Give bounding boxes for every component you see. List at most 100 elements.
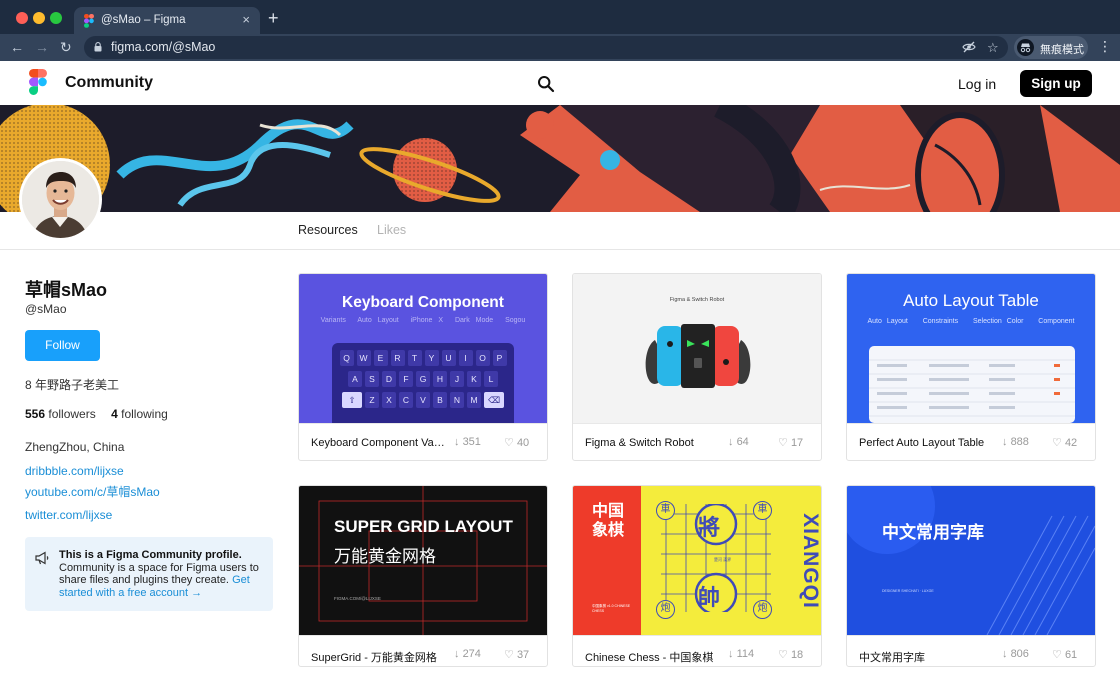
keyboard-key: S	[365, 371, 379, 387]
browser-window: @sMao – Figma × + ← → ↻ figma.com/@sMao …	[0, 0, 1120, 681]
download-value: 64	[736, 436, 749, 448]
card-thumbnail: 中国 象棋 中国象棋 v1.0 CHINESE CHESS 將 帥 楚河 漢界 …	[573, 486, 821, 635]
card-footer: Figma & Switch Robot ↓ 64 ♡ 17	[573, 423, 821, 460]
keyboard-key: X	[382, 392, 396, 408]
address-bar[interactable]: figma.com/@sMao ☆	[84, 36, 1008, 59]
notice-title: This is a Figma Community profile.	[59, 549, 242, 561]
incognito-icon	[1017, 39, 1034, 56]
keyboard-key: K	[467, 371, 481, 387]
forward-icon[interactable]: →	[35, 38, 49, 56]
thumb-title: 中国 象棋	[592, 503, 625, 539]
keyboard-key: ⌫	[484, 392, 504, 408]
keyboard-key: I	[458, 350, 473, 366]
like-count[interactable]: ♡ 37	[504, 648, 529, 661]
profile-link-dribbble[interactable]: dribbble.com/lijxse	[25, 464, 124, 478]
download-value: 351	[462, 436, 481, 448]
chess-piece-corner: 車	[753, 501, 772, 520]
card-title: Perfect Auto Layout Table	[859, 437, 985, 449]
keyboard-key: N	[450, 392, 464, 408]
keyboard-key: W	[356, 350, 371, 366]
profile-tabs: Resources Likes	[0, 212, 1120, 250]
heart-icon: ♡	[504, 649, 514, 661]
download-value: 806	[1010, 648, 1029, 660]
card-title: Figma & Switch Robot	[585, 437, 694, 449]
tab-title: @sMao – Figma	[101, 14, 186, 26]
community-title[interactable]: Community	[65, 74, 153, 92]
tab-resources[interactable]: Resources	[298, 223, 358, 237]
following-link[interactable]: 4 following	[111, 407, 168, 421]
heart-icon: ♡	[504, 437, 514, 449]
card-title: Keyboard Component Vari...	[311, 437, 446, 449]
heart-icon: ♡	[778, 437, 788, 449]
follow-button[interactable]: Follow	[25, 330, 100, 361]
river-label: 楚河 漢界	[714, 557, 732, 562]
like-count[interactable]: ♡ 18	[778, 648, 803, 661]
download-value: 274	[462, 648, 481, 660]
keyboard-key: ⇧	[342, 392, 362, 408]
keyboard-key: Y	[424, 350, 439, 366]
like-count[interactable]: ♡ 40	[504, 436, 529, 449]
profile-handle: @sMao	[25, 302, 67, 316]
like-count[interactable]: ♡ 17	[778, 436, 803, 449]
figma-logo-icon[interactable]	[29, 69, 47, 95]
thumb-tag: Variants	[320, 317, 346, 324]
followers-label: followers	[48, 407, 96, 421]
like-count[interactable]: ♡ 42	[1052, 436, 1077, 449]
login-link[interactable]: Log in	[958, 76, 996, 92]
card-thumbnail: Figma & Switch Robot	[573, 274, 821, 423]
followers-link[interactable]: 556 followers	[25, 407, 96, 421]
resource-card[interactable]: 中文常用字库 DESIGNER SHECHATI · LUXGE 中文常用字库 …	[846, 485, 1096, 667]
switch-robot-illustration	[645, 324, 751, 388]
avatar	[19, 158, 102, 241]
resource-card[interactable]: 中国 象棋 中国象棋 v1.0 CHINESE CHESS 將 帥 楚河 漢界 …	[572, 485, 822, 667]
thumb-title: Keyboard Component	[342, 294, 504, 311]
lock-icon	[94, 42, 102, 52]
bookmark-star-icon[interactable]: ☆	[987, 40, 999, 55]
keyboard-key: J	[450, 371, 464, 387]
resource-card[interactable]: Auto Layout Table Auto Layout Constraint…	[846, 273, 1096, 461]
keyboard-key: A	[348, 371, 362, 387]
like-value: 37	[516, 649, 530, 661]
eye-off-icon[interactable]	[962, 40, 976, 54]
keyboard-key: E	[373, 350, 388, 366]
profile-location: ZhengZhou, China	[25, 440, 125, 454]
resource-card[interactable]: Keyboard Component Variants Auto Layout …	[298, 273, 548, 461]
keyboard-key: D	[382, 371, 396, 387]
tab-close-icon[interactable]: ×	[242, 12, 250, 27]
resource-card[interactable]: Figma & Switch Robot Figma & Switch Robo…	[572, 273, 822, 461]
card-footer: Perfect Auto Layout Table ↓ 888 ♡ 42	[847, 423, 1095, 460]
browser-tab[interactable]: @sMao – Figma ×	[74, 7, 260, 34]
browser-menu-icon[interactable]: ⋮	[1098, 37, 1112, 55]
download-count: ↓ 274	[454, 648, 481, 660]
tab-likes[interactable]: Likes	[377, 223, 406, 237]
keyboard-key: P	[492, 350, 507, 366]
like-count[interactable]: ♡ 61	[1052, 648, 1077, 661]
keyboard-key: B	[433, 392, 447, 408]
following-label: following	[121, 407, 168, 421]
resource-card[interactable]: SUPER GRID LAYOUT 万能黄金网格 FIGMA.COM/@LIJX…	[298, 485, 548, 667]
thumb-title: Figma & Switch Robot	[669, 297, 725, 303]
card-thumbnail: Keyboard Component Variants Auto Layout …	[299, 274, 547, 423]
search-icon[interactable]	[537, 75, 555, 93]
keyboard-key: G	[416, 371, 430, 387]
signup-button[interactable]: Sign up	[1020, 70, 1092, 97]
profile-link-youtube[interactable]: youtube.com/c/草帽sMao	[25, 483, 160, 500]
maximize-window-button[interactable]	[50, 12, 62, 24]
chess-piece-corner: 車	[656, 501, 675, 520]
chess-piece-corner: 炮	[656, 600, 675, 619]
download-count: ↓ 351	[454, 436, 481, 448]
reload-icon[interactable]: ↻	[60, 38, 72, 56]
minimize-window-button[interactable]	[33, 12, 45, 24]
close-window-button[interactable]	[16, 12, 28, 24]
thumb-url: FIGMA.COM/@LIJXSE	[334, 596, 381, 601]
profile-link-twitter[interactable]: twitter.com/lijxse	[25, 508, 112, 522]
notice-body: Community is a space for Figma users to …	[59, 561, 259, 587]
keyboard-key: O	[475, 350, 490, 366]
incognito-profile-button[interactable]: 無痕模式	[1014, 36, 1088, 59]
card-title: 中文常用字库	[859, 652, 925, 664]
new-tab-button[interactable]: +	[268, 8, 279, 28]
card-thumbnail: 中文常用字库 DESIGNER SHECHATI · LUXGE	[847, 486, 1095, 635]
back-icon[interactable]: ←	[10, 38, 24, 56]
thumb-tag: iPhone X	[410, 317, 444, 324]
thumb-tag: Auto Layout	[867, 318, 908, 325]
